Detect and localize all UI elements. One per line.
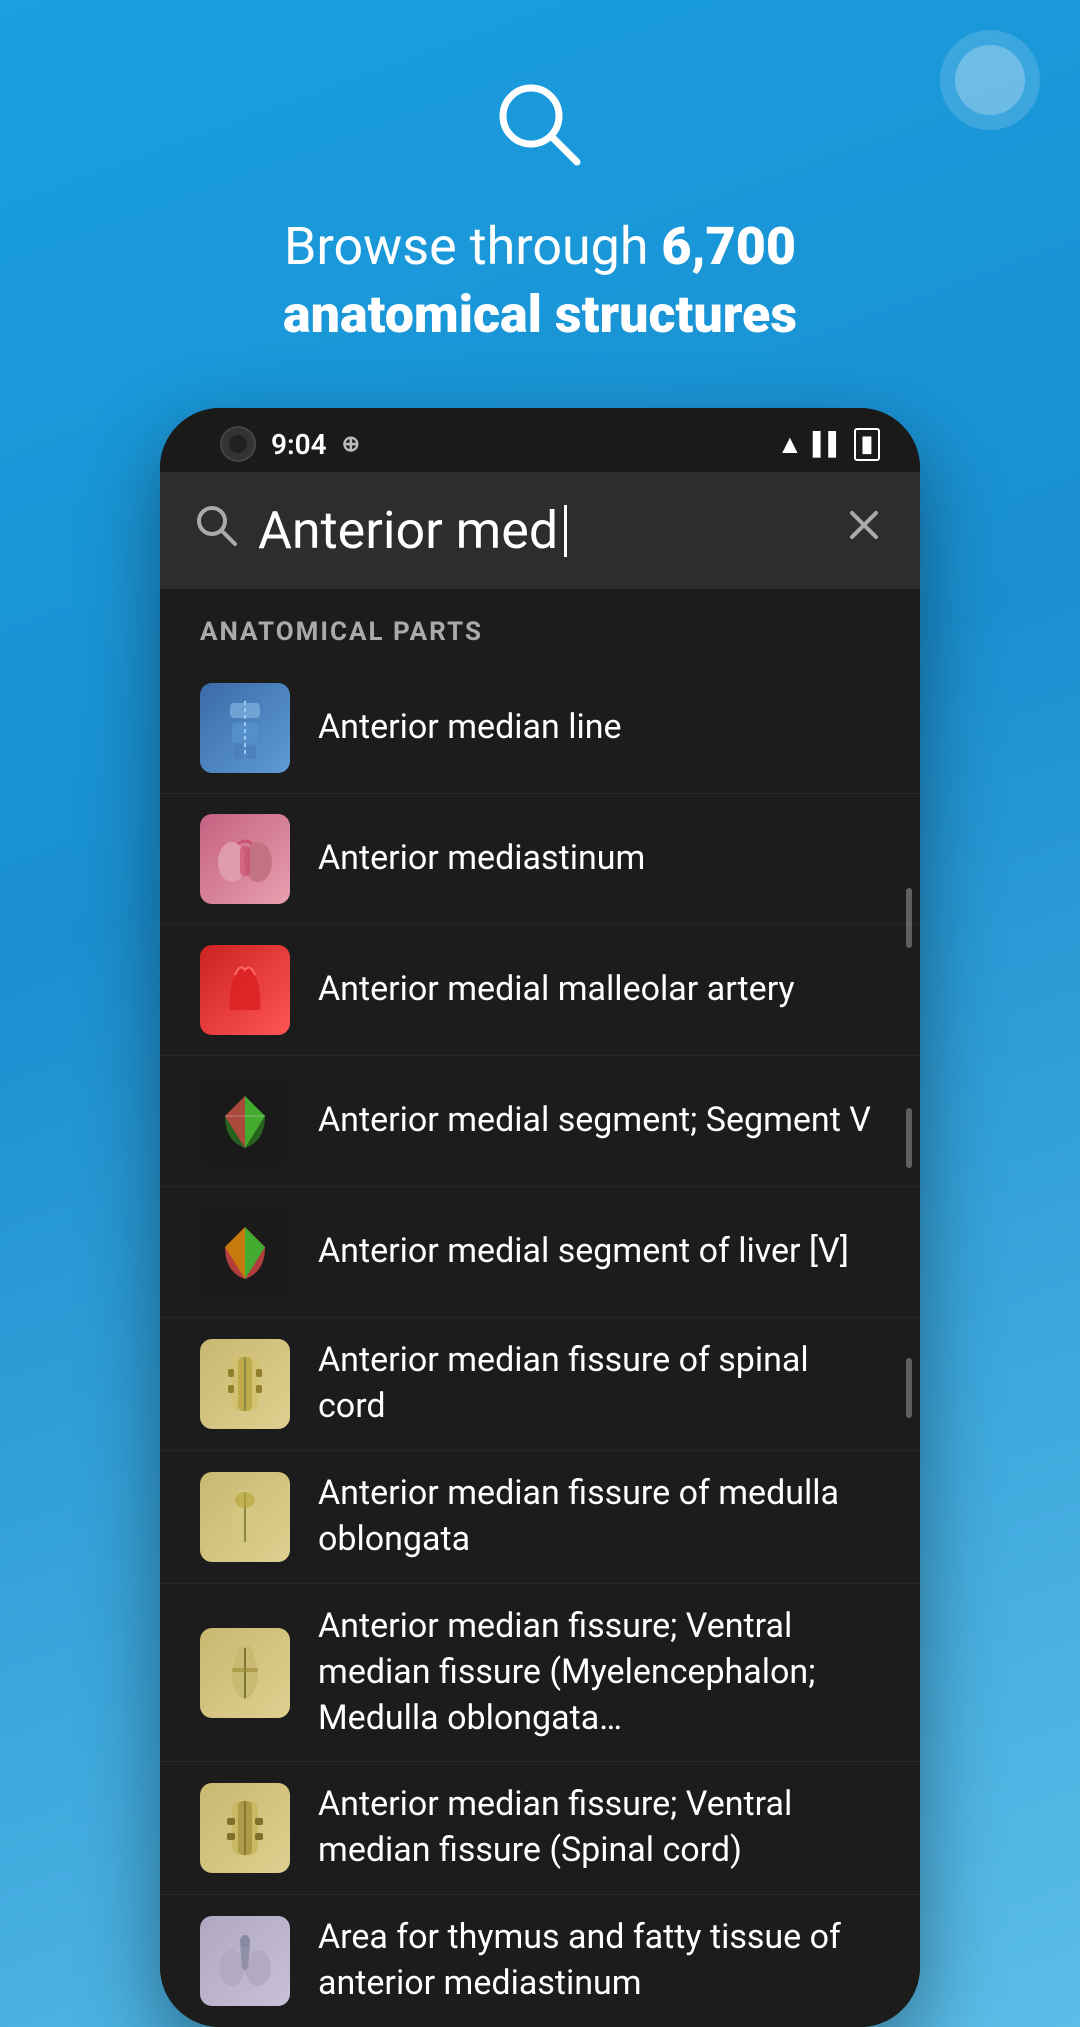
result-icon-6 xyxy=(200,1339,290,1429)
camera-icon xyxy=(220,426,256,462)
result-label-1: Anterior median line xyxy=(318,705,622,751)
scroll-indicator-1 xyxy=(906,888,912,948)
result-icon-9 xyxy=(200,1783,290,1873)
result-label-9: Anterior median fissure; Ventral median … xyxy=(318,1782,880,1874)
result-label-4: Anterior medial segment; Segment V xyxy=(318,1098,871,1144)
list-item[interactable]: Area for thymus and fatty tissue of ante… xyxy=(160,1895,920,2027)
result-label-7: Anterior median fissure of medulla oblon… xyxy=(318,1471,880,1563)
signal-icon: ▌▌ xyxy=(813,431,844,457)
search-bar[interactable]: Anterior med xyxy=(160,472,920,589)
status-right: ▲ ▌▌ ▮ xyxy=(777,428,880,461)
result-label-6: Anterior median fissure of spinal cord xyxy=(318,1338,880,1430)
list-item[interactable]: Anterior median fissure; Ventral median … xyxy=(160,1762,920,1895)
result-label-10: Area for thymus and fatty tissue of ante… xyxy=(318,1915,880,2007)
phone-mockup: 9:04 ⊕ ▲ ▌▌ ▮ Anterior med xyxy=(160,408,920,2027)
list-item[interactable]: Anterior median fissure of spinal cord xyxy=(160,1318,920,1451)
search-input-display[interactable]: Anterior med xyxy=(258,500,822,561)
status-time: 9:04 xyxy=(271,428,327,461)
result-icon-4 xyxy=(200,1076,290,1166)
status-extra: ⊕ xyxy=(342,432,360,457)
phone-body: 9:04 ⊕ ▲ ▌▌ ▮ Anterior med xyxy=(160,408,920,2027)
result-label-3: Anterior medial malleolar artery xyxy=(318,967,795,1013)
wifi-icon: ▲ xyxy=(777,429,803,460)
text-cursor xyxy=(564,505,567,557)
result-icon-8 xyxy=(200,1628,290,1718)
result-icon-3 xyxy=(200,945,290,1035)
avatar-inner xyxy=(955,45,1025,115)
result-icon-10 xyxy=(200,1916,290,2006)
scroll-indicator-3 xyxy=(906,1358,912,1418)
list-item[interactable]: Anterior mediastinum xyxy=(160,794,920,925)
list-item[interactable]: Anterior median fissure; Ventral median … xyxy=(160,1584,920,1763)
list-item[interactable]: Anterior medial malleolar artery xyxy=(160,925,920,1056)
search-query-text: Anterior med xyxy=(258,500,558,561)
results-list: ANATOMICAL PARTS Anterior median line xyxy=(160,589,920,2027)
status-bar: 9:04 ⊕ ▲ ▌▌ ▮ xyxy=(160,408,920,472)
hero-text: Browse through 6,700 anatomical structur… xyxy=(90,213,990,348)
search-icon-hero xyxy=(495,80,585,183)
list-item[interactable]: Anterior median line xyxy=(160,663,920,794)
status-left: 9:04 ⊕ xyxy=(220,426,360,462)
list-item[interactable]: Anterior medial segment; Segment V xyxy=(160,1056,920,1187)
hero-section: Browse through 6,700 anatomical structur… xyxy=(0,0,1080,408)
result-label-5: Anterior medial segment of liver [V] xyxy=(318,1229,849,1275)
result-icon-2 xyxy=(200,814,290,904)
clear-button[interactable] xyxy=(842,503,886,559)
result-label-2: Anterior mediastinum xyxy=(318,836,645,882)
search-icon xyxy=(194,503,238,558)
result-icon-7 xyxy=(200,1472,290,1562)
scroll-indicator-2 xyxy=(906,1108,912,1168)
result-icon-5 xyxy=(200,1207,290,1297)
list-item[interactable]: Anterior median fissure of medulla oblon… xyxy=(160,1451,920,1584)
result-icon-1 xyxy=(200,683,290,773)
avatar xyxy=(940,30,1040,130)
battery-icon: ▮ xyxy=(854,428,880,461)
result-label-8: Anterior median fissure; Ventral median … xyxy=(318,1604,880,1742)
list-item[interactable]: Anterior medial segment of liver [V] xyxy=(160,1187,920,1318)
section-header: ANATOMICAL PARTS xyxy=(160,589,920,663)
